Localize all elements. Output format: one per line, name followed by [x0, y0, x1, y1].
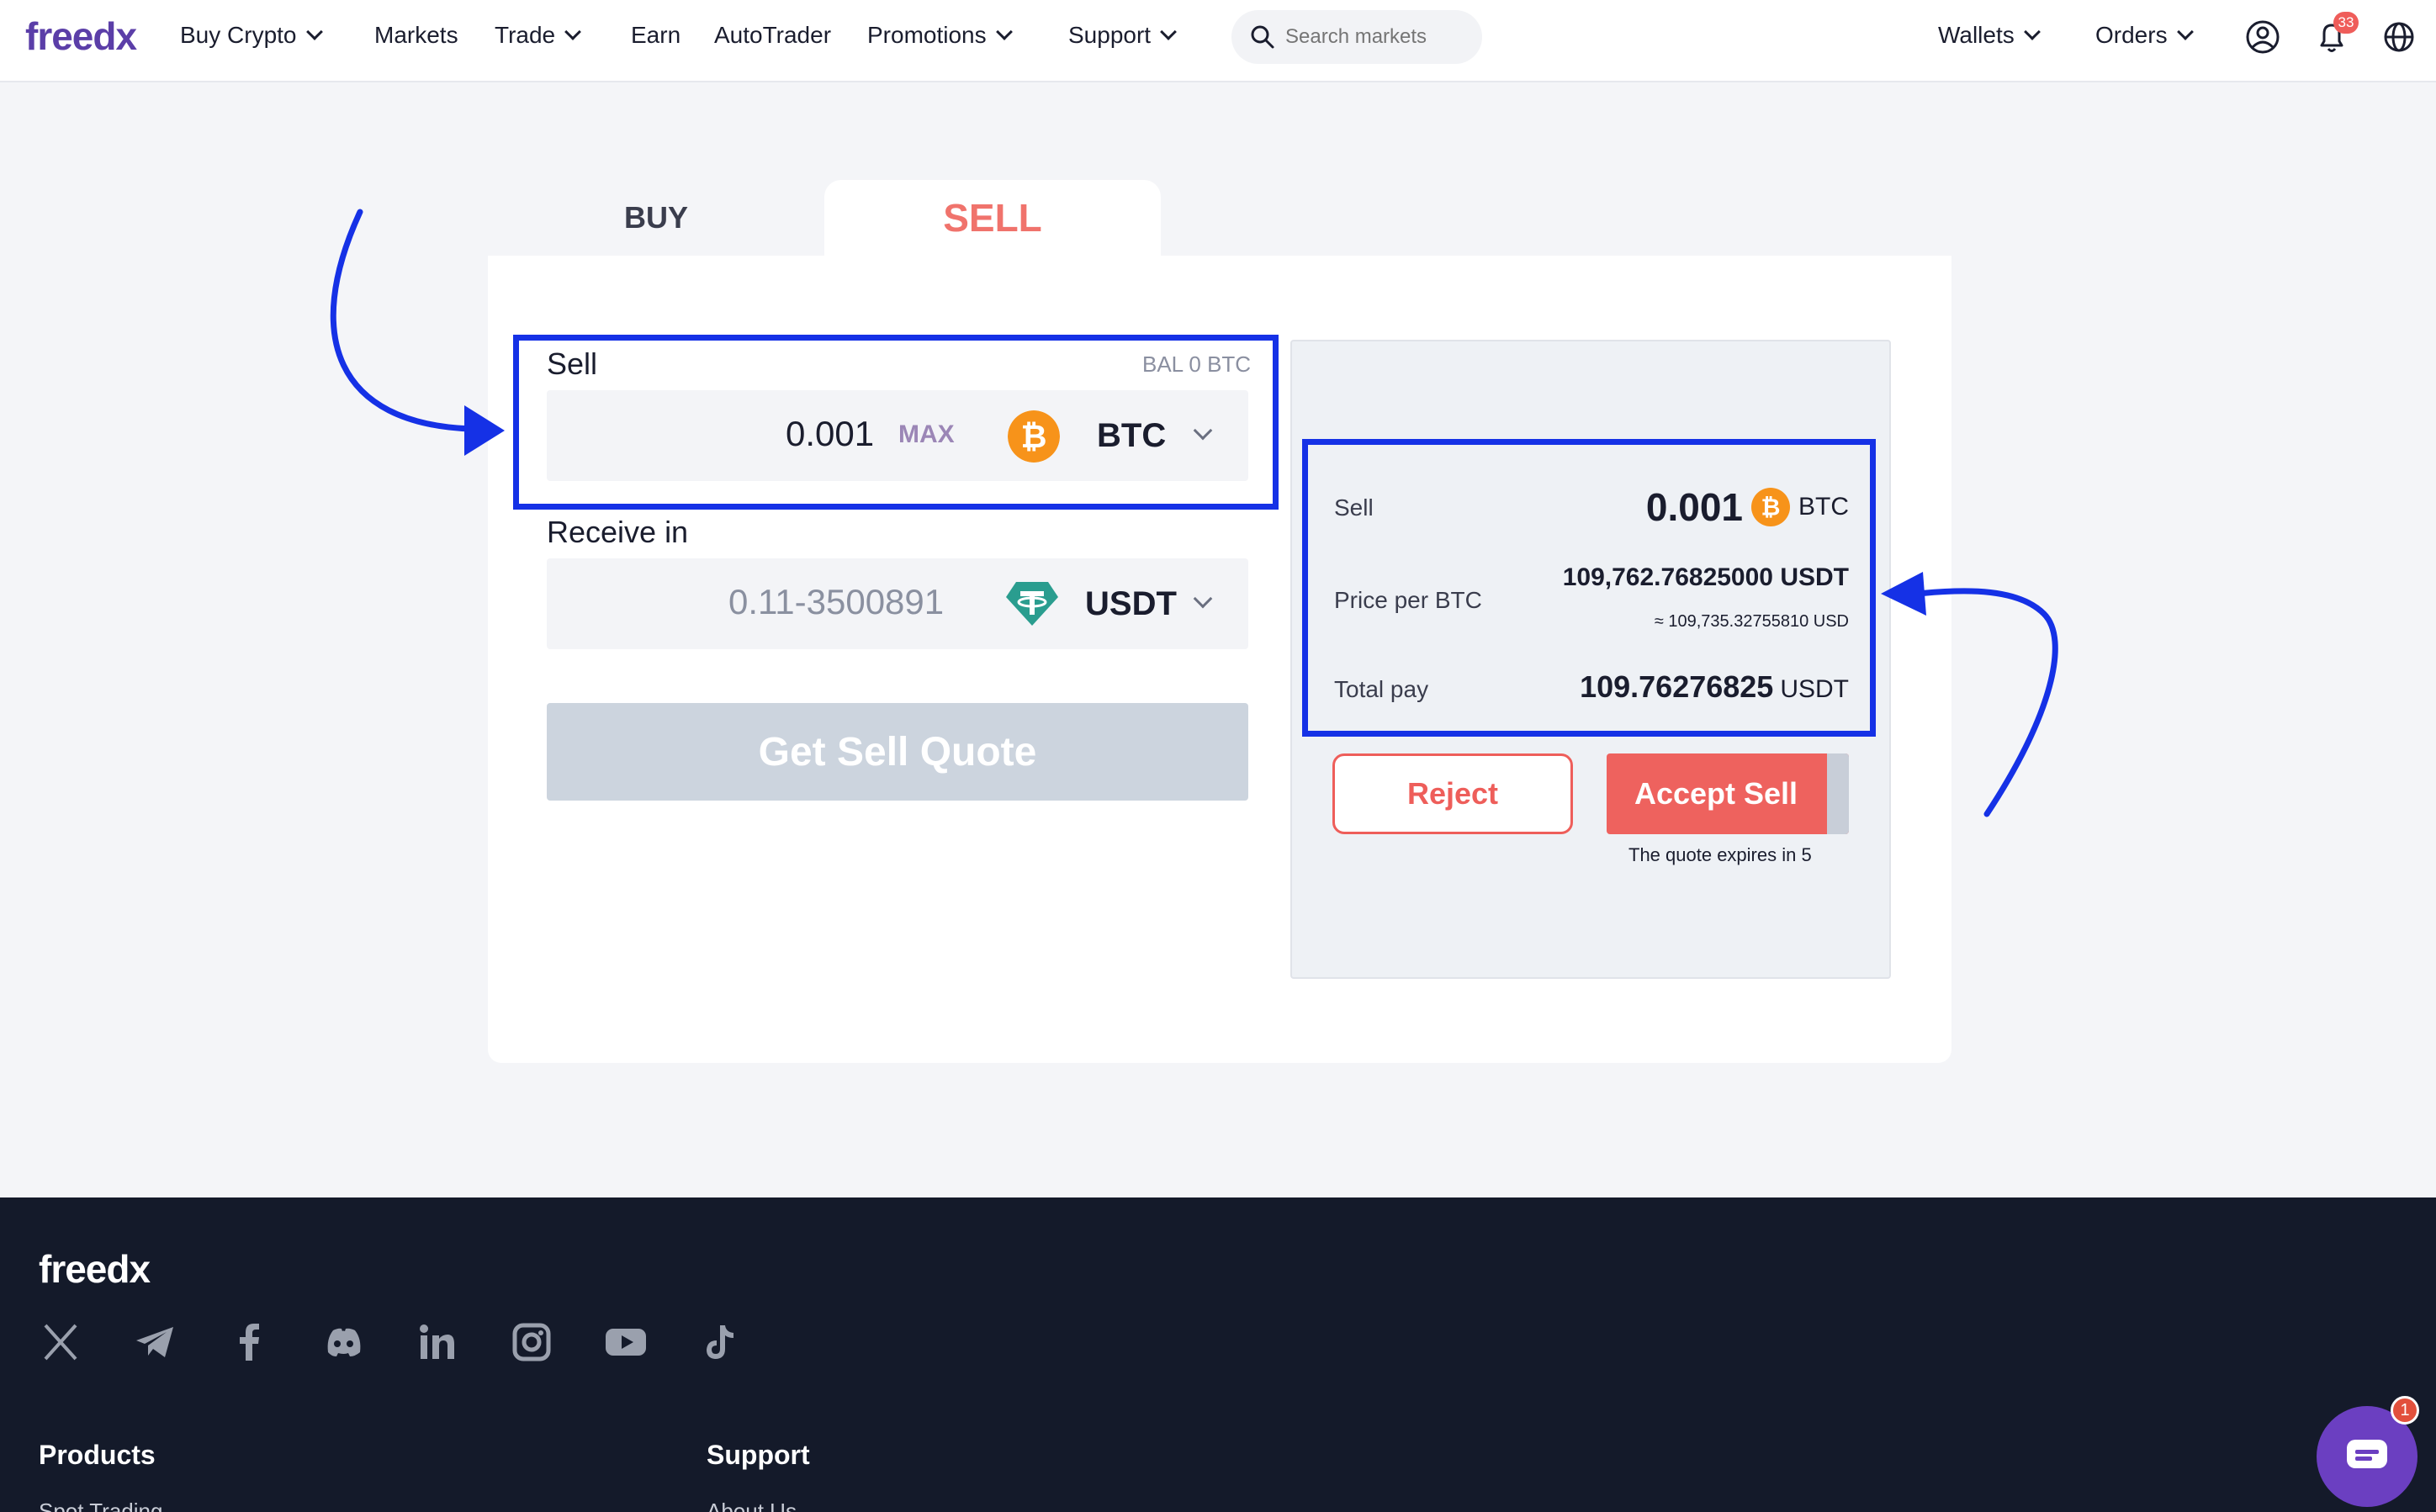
footer-products-heading: Products [39, 1440, 156, 1470]
footer-logo[interactable]: freedx [39, 1246, 151, 1292]
facebook-icon[interactable] [227, 1320, 271, 1364]
footer-support-link[interactable]: About Us [707, 1499, 797, 1512]
annotation-arrowhead-left [464, 405, 505, 456]
chat-icon [2347, 1440, 2387, 1468]
discord-icon[interactable] [321, 1320, 365, 1364]
footer [0, 1197, 2436, 1512]
footer-support-heading: Support [707, 1440, 810, 1470]
telegram-icon[interactable] [133, 1320, 177, 1364]
youtube-icon[interactable] [604, 1320, 648, 1364]
annotation-arrow-right [1914, 588, 2058, 817]
footer-products-link[interactable]: Spot Trading [39, 1499, 162, 1512]
annotation-arrowhead-right [1881, 572, 1926, 616]
instagram-icon[interactable] [510, 1320, 553, 1364]
chat-notification-badge: 1 [2391, 1396, 2419, 1425]
annotation-arrow-left [330, 209, 474, 432]
linkedin-icon[interactable] [416, 1320, 459, 1364]
x-icon[interactable] [39, 1320, 82, 1364]
tiktok-icon[interactable] [698, 1320, 742, 1364]
